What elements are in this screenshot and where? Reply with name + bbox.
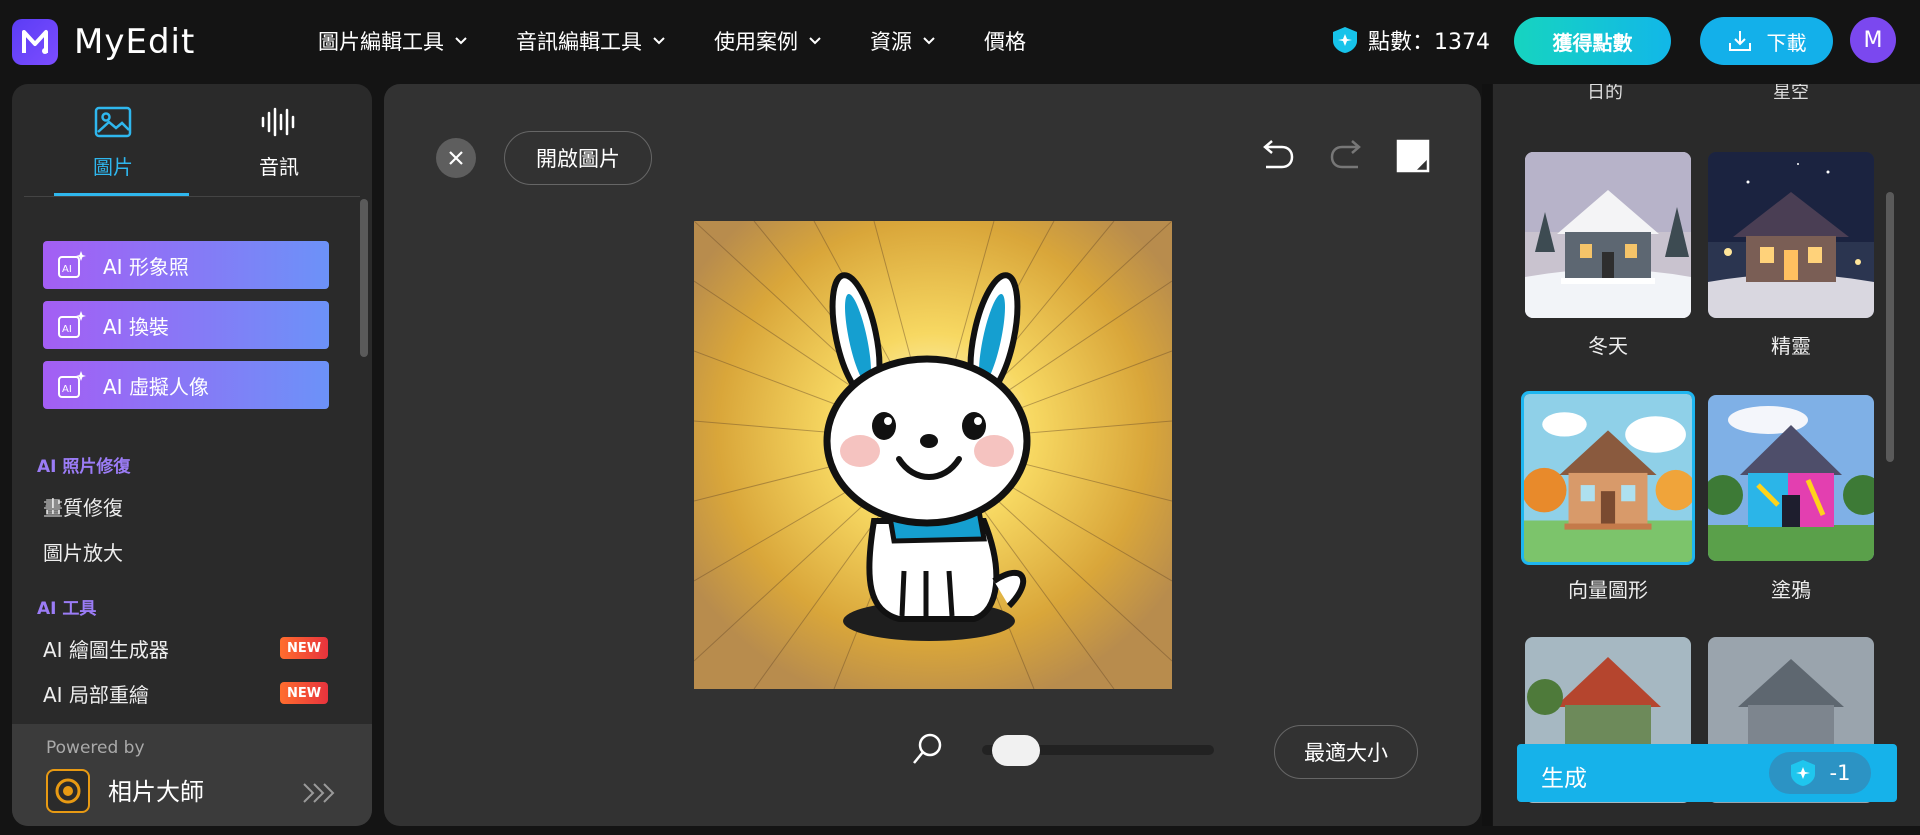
left-scrollbar[interactable] [360, 199, 368, 357]
generate-cost: -1 [1829, 761, 1851, 785]
style-label-elf: 精靈 [1771, 334, 1811, 358]
nav-resources[interactable]: 資源 [870, 26, 936, 56]
tab-image[interactable]: 圖片 [46, 106, 180, 180]
redo-icon[interactable] [1328, 137, 1366, 175]
open-image-button[interactable]: 開啟圖片 [504, 131, 652, 185]
svg-text:AI: AI [62, 384, 72, 395]
ai-button-label: AI 虛擬人像 [103, 374, 209, 399]
style-thumb-graffiti[interactable] [1708, 395, 1874, 561]
tab-label: 圖片 [93, 155, 133, 179]
style-label-winter: 冬天 [1588, 334, 1628, 358]
ai-outfit-button[interactable]: AI AI 換裝 [43, 301, 329, 349]
menu-item-quality-repair[interactable]: 畫質修復 [43, 492, 123, 521]
get-points-button[interactable]: 獲得點數 [1514, 17, 1671, 65]
logo[interactable]: MyEdit [12, 19, 196, 65]
download-label: 下載 [1766, 30, 1807, 55]
close-button[interactable] [436, 138, 476, 178]
elf-house-image [1708, 152, 1874, 318]
triple-chevron-right-icon [303, 783, 335, 803]
nav-image-tools[interactable]: 圖片編輯工具 [318, 26, 468, 56]
chevron-down-icon [653, 37, 665, 45]
ai-headshot-button[interactable]: AI AI 形象照 [43, 241, 329, 289]
generate-cost-badge: -1 [1769, 752, 1871, 794]
powered-by-label: Powered by [46, 738, 145, 758]
nav-use-cases[interactable]: 使用案例 [714, 26, 822, 56]
section-ai-tools: AI 工具 [37, 599, 97, 619]
media-tabs: 圖片 音訊 [24, 84, 360, 197]
style-label-vector: 向量圖形 [1568, 578, 1648, 602]
winter-house-image [1525, 152, 1691, 318]
style-label-cut: 星空 [1773, 84, 1809, 103]
nav-label: 資源 [870, 30, 912, 54]
vector-house-image [1524, 394, 1692, 562]
editor-canvas-area: 開啟圖片 最適大小 [384, 84, 1481, 826]
style-thumb-winter[interactable] [1525, 152, 1691, 318]
menu-item-image-upscale[interactable]: 圖片放大 [43, 537, 123, 566]
panel-divider [1482, 84, 1492, 826]
avatar[interactable]: M [1850, 17, 1896, 63]
top-bar: MyEdit 圖片編輯工具 音訊編輯工具 使用案例 資源 價格 點數：1374 … [0, 0, 1920, 82]
nav-audio-tools[interactable]: 音訊編輯工具 [516, 26, 666, 56]
chevron-down-icon [923, 37, 935, 45]
menu-item-ai-inpaint[interactable]: AI 局部重繪 [43, 679, 149, 708]
nav-label: 音訊編輯工具 [516, 30, 642, 54]
chevron-down-icon [455, 37, 467, 45]
fit-to-screen-button[interactable]: 最適大小 [1274, 725, 1418, 779]
credit-gem-icon [1333, 27, 1357, 53]
style-label-graffiti: 塗鴉 [1771, 578, 1811, 602]
powered-by-promo[interactable]: Powered by 相片大師 [12, 724, 372, 826]
section-photo-repair: AI 照片修復 [37, 457, 131, 477]
right-scrollbar[interactable] [1886, 192, 1894, 462]
chevron-down-icon [809, 37, 821, 45]
svg-text:AI: AI [62, 264, 72, 275]
powered-product-name: 相片大師 [108, 778, 204, 806]
tab-label: 音訊 [259, 155, 299, 179]
compare-icon[interactable] [1394, 137, 1432, 175]
download-button[interactable]: 下載 [1700, 17, 1833, 65]
audio-wave-icon [261, 107, 295, 137]
new-badge: NEW [280, 637, 328, 659]
bunny-illustration [694, 221, 1172, 689]
style-thumb-vector[interactable] [1521, 391, 1695, 565]
new-badge: NEW [280, 682, 328, 704]
left-panel: 圖片 音訊 AI AI 形象照 AI AI 換裝 AI AI 虛擬人像 AI 照… [12, 84, 372, 826]
ai-avatar-button[interactable]: AI AI 虛擬人像 [43, 361, 329, 409]
nav-label: 使用案例 [714, 30, 798, 54]
style-panel: 日的 星空 冬天 精靈 向量圖形 塗鴉 生成 -1 [1493, 84, 1920, 826]
nav-label: 圖片編輯工具 [318, 30, 444, 54]
points-display[interactable]: 點數：1374 [1332, 24, 1490, 56]
ai-button-label: AI 換裝 [103, 314, 169, 339]
style-thumb-elf[interactable] [1708, 152, 1874, 318]
credit-gem-icon [1790, 760, 1815, 786]
undo-icon[interactable] [1258, 137, 1296, 175]
style-label-cut: 日的 [1587, 84, 1623, 103]
app-name: MyEdit [74, 22, 196, 62]
main-nav: 圖片編輯工具 音訊編輯工具 使用案例 資源 價格 [318, 26, 1074, 56]
image-icon [94, 106, 132, 138]
myedit-logo-icon [12, 19, 58, 65]
ai-sparkle-icon: AI [58, 371, 86, 398]
points-label: 點數：1374 [1368, 30, 1490, 55]
zoom-icon [913, 733, 942, 764]
menu-item-ai-image-generator[interactable]: AI 繪圖生成器 [43, 634, 169, 663]
svg-text:AI: AI [62, 324, 72, 335]
active-tab-indicator [54, 193, 189, 196]
ai-sparkle-icon: AI [58, 311, 86, 338]
generate-button[interactable]: 生成 -1 [1517, 744, 1897, 802]
tab-audio[interactable]: 音訊 [212, 106, 346, 180]
ai-button-label: AI 形象照 [103, 254, 189, 279]
generate-label: 生成 [1541, 766, 1587, 792]
photodirector-logo-icon [46, 769, 90, 813]
nav-label: 價格 [984, 30, 1026, 54]
ai-sparkle-icon: AI [58, 251, 86, 278]
nav-pricing[interactable]: 價格 [984, 26, 1026, 56]
zoom-slider-handle[interactable] [992, 735, 1041, 766]
download-icon [1728, 31, 1751, 51]
close-icon [449, 151, 463, 165]
edited-image-preview[interactable] [694, 221, 1172, 689]
graffiti-house-image [1708, 395, 1874, 561]
